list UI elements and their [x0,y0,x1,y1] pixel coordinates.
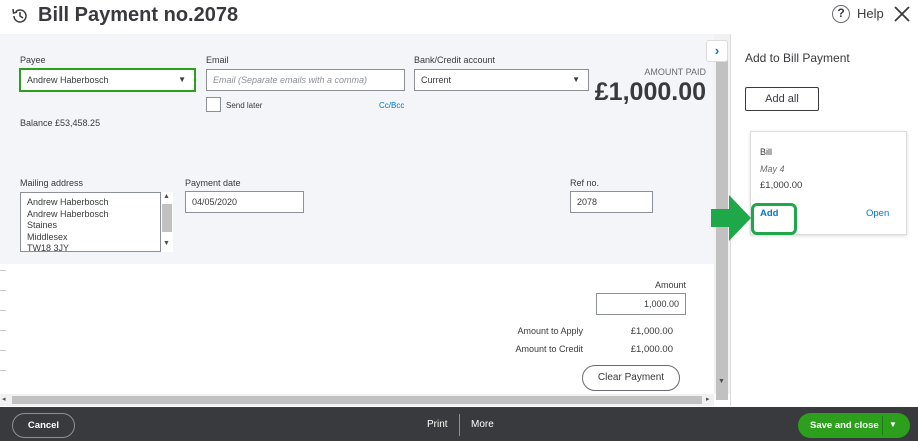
address-line: Staines [27,220,58,230]
address-line: TW18 3JY [27,243,70,252]
add-link[interactable]: Add [760,208,778,219]
amount-paid-value: £1,000.00 [594,78,706,106]
gutter-mark [0,330,6,331]
mailing-address-input[interactable]: Andrew Haberbosch Andrew Haberbosch Stai… [20,192,161,252]
help-icon[interactable]: ? [832,5,850,23]
payee-label: Payee [20,55,46,65]
address-line: Middlesex [27,231,68,242]
history-icon[interactable] [10,6,30,26]
chevron-down-icon[interactable]: ▼ [178,75,186,84]
gutter-mark [0,350,6,351]
amount-label: Amount [654,280,686,290]
help-link[interactable]: Help [857,6,884,21]
chevron-right-icon[interactable]: › [706,40,728,62]
amount-to-apply-label: Amount to Apply [517,326,583,336]
cc-bcc-link[interactable]: Cc/Bcc [379,101,404,110]
payment-date-label: Payment date [185,178,241,188]
more-link[interactable]: More [471,419,494,430]
horizontal-scrollbar[interactable]: ◂ ▸ [0,394,714,406]
gutter-mark [0,270,6,271]
scroll-down-icon[interactable]: ▼ [163,240,170,247]
address-scrollbar[interactable]: ▲ ▼ [161,192,173,252]
ref-no-label: Ref no. [570,178,600,188]
gutter-mark [0,310,6,311]
cancel-button[interactable]: Cancel [12,413,75,438]
chevron-down-icon[interactable]: ▼ [889,420,897,429]
bill-card-type: Bill [760,147,773,157]
scroll-left-icon[interactable]: ◂ [2,395,6,403]
ref-no-input[interactable]: 2078 [570,191,653,213]
bill-card-amount: £1,000.00 [760,180,803,191]
arrow-right-icon [711,195,751,241]
bank-account-value: Current [421,75,452,85]
address-line: Andrew Haberbosch [27,197,109,207]
amount-paid-label: AMOUNT PAID [644,67,706,77]
gutter-mark [0,290,6,291]
address-scroll-thumb[interactable] [162,204,172,232]
mailing-address-label: Mailing address [20,178,84,188]
footer-divider [459,414,460,436]
add-all-button[interactable]: Add all [745,87,819,111]
save-split-divider [882,416,883,435]
amount-to-credit-value: £1,000.00 [630,344,673,355]
print-link[interactable]: Print [427,419,448,430]
send-later-label: Send later [226,101,263,110]
balance-text: Balance £53,458.25 [20,118,101,128]
clear-payment-button[interactable]: Clear Payment [582,365,680,391]
send-later-checkbox[interactable] [206,97,221,112]
payment-date-input[interactable]: 04/05/2020 [185,191,304,213]
page-title: Bill Payment no.2078 [38,4,239,26]
amount-to-apply-value: £1,000.00 [630,326,673,337]
scroll-down-icon[interactable]: ▼ [718,378,725,385]
gutter-mark [0,370,6,371]
bill-card-date: May 4 [760,164,785,174]
amount-input[interactable]: 1,000.00 [596,293,686,315]
payee-value: Andrew Haberbosch [27,75,109,85]
email-input[interactable]: Email (Separate emails with a comma) [206,69,405,91]
scroll-up-icon[interactable]: ▲ [163,193,170,200]
address-line: Andrew Haberbosch [27,208,109,219]
panel-title: Add to Bill Payment [745,51,850,65]
close-icon[interactable] [892,4,912,24]
save-and-close-label[interactable]: Save and close [810,420,879,431]
open-link[interactable]: Open [866,208,889,219]
horizontal-scroll-thumb[interactable] [12,396,702,404]
bank-account-label: Bank/Credit account [414,55,496,65]
email-label: Email [206,55,229,65]
scroll-right-icon[interactable]: ▸ [706,395,710,403]
payee-select[interactable]: Andrew Haberbosch ▼ [20,69,195,91]
amount-to-credit-label: Amount to Credit [515,344,583,354]
